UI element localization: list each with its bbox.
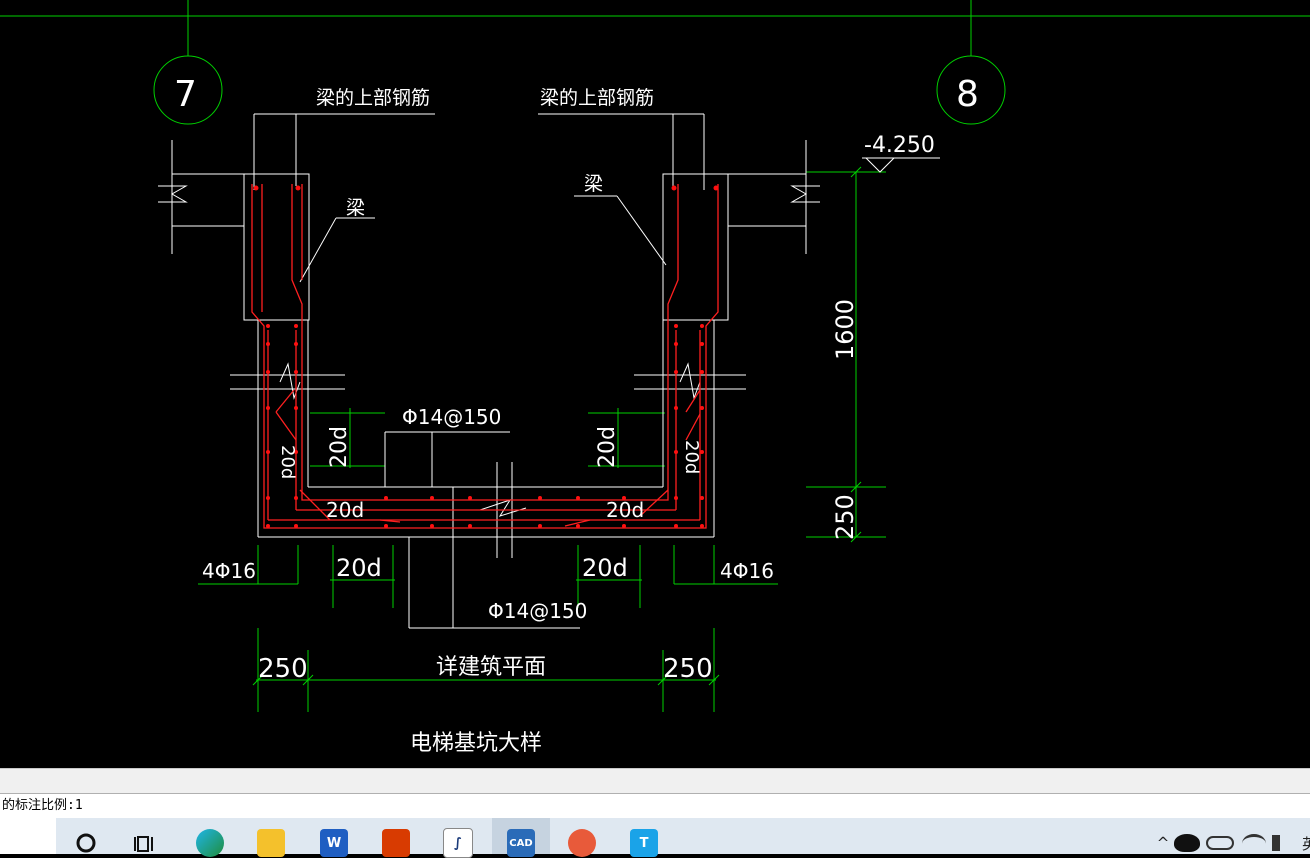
taskbar-word-button[interactable]: W <box>308 818 360 857</box>
taskbar-search-button[interactable] <box>60 818 112 854</box>
drawing-title: 电梯基坑大样 <box>410 731 542 756</box>
structure-lines <box>158 113 940 629</box>
taskbar: W ∫ CAD T ^ 英 <box>0 818 1310 858</box>
t-icon: T <box>630 829 658 857</box>
dim-20d-slab-left: 20d <box>326 498 364 522</box>
command-line[interactable]: 的标注比例:1 <box>0 794 1310 818</box>
edge-icon <box>196 829 224 857</box>
rebar-4phi16-left: 4Φ16 <box>202 559 256 583</box>
search-icon <box>76 833 96 853</box>
taskbar-blank <box>0 818 56 854</box>
volume-muted-icon[interactable] <box>1272 835 1294 851</box>
dim-250-bottom-right: 250 <box>663 654 713 684</box>
dim-1600-label: 1600 <box>831 299 859 360</box>
word-icon: W <box>320 829 348 857</box>
drawing-text: 7 8 梁的上部钢筋 梁的上部钢筋 梁 梁 -4.250 1600 250 Φ1… <box>174 74 979 756</box>
office-icon <box>382 829 410 857</box>
rebar-lines <box>251 184 719 529</box>
tool-icon <box>568 829 596 857</box>
tray-chevron-icon[interactable]: ^ <box>1152 834 1174 852</box>
beam-label-left: 梁 <box>346 197 365 219</box>
ime-indicator[interactable]: 英 <box>1302 833 1310 854</box>
dim-20d-bottom-left: 20d <box>336 554 382 582</box>
cloud-icon[interactable] <box>1206 836 1234 850</box>
beam-label-right: 梁 <box>584 173 603 195</box>
taskbar-tool-app-button[interactable] <box>556 818 608 857</box>
rebar-dots <box>253 185 719 528</box>
folder-icon <box>257 829 285 857</box>
wifi-icon[interactable] <box>1242 833 1266 853</box>
taskbar-t-app-button[interactable]: T <box>618 818 670 857</box>
elevation-label: -4.250 <box>864 133 935 158</box>
dim-250-vertical-label: 250 <box>831 494 859 540</box>
dim-20d-wall-right: 20d <box>681 440 702 474</box>
dim-20d-wall-left: 20d <box>277 445 298 479</box>
taskbar-office-button[interactable] <box>370 818 422 857</box>
taskbar-task-view-button[interactable] <box>120 818 172 854</box>
cad-drawing-canvas[interactable]: 7 8 梁的上部钢筋 梁的上部钢筋 梁 梁 -4.250 1600 250 Φ1… <box>0 0 1310 768</box>
beam-top-rebar-label-left: 梁的上部钢筋 <box>316 87 430 109</box>
see-arch-plan-label: 详建筑平面 <box>436 655 546 680</box>
system-tray: ^ 英 <box>1152 818 1310 854</box>
taskbar-file-explorer-button[interactable] <box>245 818 297 857</box>
dim-20d-slab-right: 20d <box>606 498 644 522</box>
rebar-4phi16-right: 4Φ16 <box>720 559 774 583</box>
qq-icon[interactable] <box>1174 834 1200 852</box>
rebar-spacing-top-label: Φ14@150 <box>402 405 501 429</box>
taskbar-edge-button[interactable] <box>184 818 236 857</box>
dim-20d-bottom-right: 20d <box>582 554 628 582</box>
task-view-icon <box>134 836 153 852</box>
dim-20d-inner-right: 20d <box>595 426 620 468</box>
command-history-bar <box>0 768 1310 794</box>
taskbar-cad-button[interactable]: CAD <box>492 818 550 857</box>
beam-top-rebar-label-right: 梁的上部钢筋 <box>540 87 654 109</box>
axis-label-7: 7 <box>174 74 197 115</box>
dim-20d-inner-left: 20d <box>327 426 352 468</box>
command-text: 的标注比例:1 <box>2 798 83 813</box>
cad-icon: CAD <box>507 829 535 857</box>
taskbar-pen-app-button[interactable]: ∫ <box>432 818 484 858</box>
rebar-spacing-bottom-label: Φ14@150 <box>488 599 587 623</box>
axis-label-8: 8 <box>956 74 979 115</box>
dim-250-bottom-left: 250 <box>258 654 308 684</box>
